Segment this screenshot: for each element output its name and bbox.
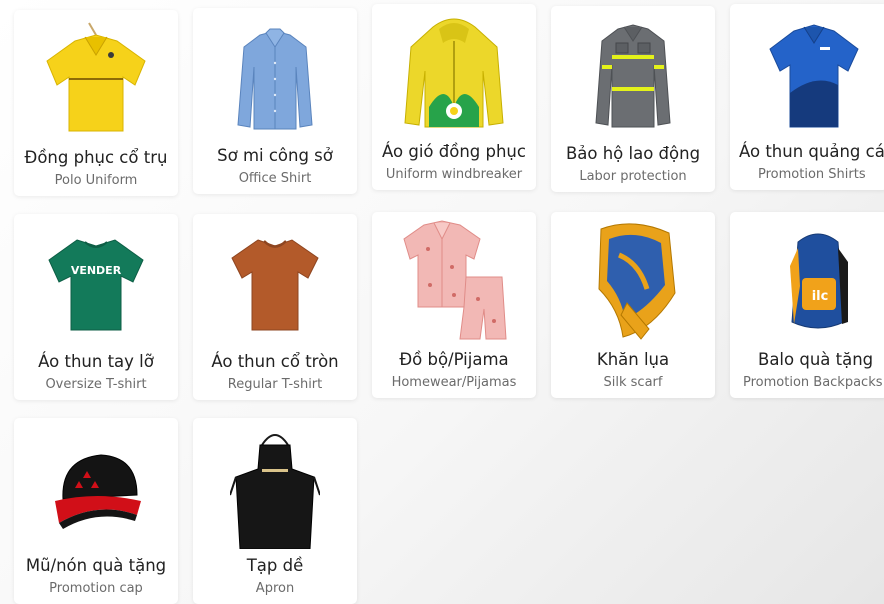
product-card-pajamas[interactable]: Đồ bộ/Pijama Homewear/Pijamas — [372, 212, 536, 398]
product-card-office-shirt[interactable]: Sơ mi công sở Office Shirt — [193, 8, 357, 194]
work-shirt-icon — [551, 12, 715, 138]
cap-icon — [14, 424, 178, 550]
product-card-windbreaker[interactable]: Áo gió đồng phục Uniform windbreaker — [372, 4, 536, 190]
backpack-icon: ilc — [730, 218, 884, 344]
product-card-promotion-shirts[interactable]: Áo thun quảng cáo Promotion Shirts — [730, 4, 884, 190]
product-subtitle: Silk scarf — [603, 375, 663, 390]
product-card-polo-uniform[interactable]: Đồng phục cổ trụ Polo Uniform — [14, 10, 178, 196]
product-subtitle: Promotion Backpacks — [743, 375, 883, 390]
product-card-promotion-cap[interactable]: Mũ/nón quà tặng Promotion cap — [14, 418, 178, 604]
product-title: Bảo hộ lao động — [565, 144, 701, 163]
product-card-silk-scarf[interactable]: Khăn lụa Silk scarf — [551, 212, 715, 398]
product-title: Áo gió đồng phục — [382, 142, 526, 161]
pajamas-icon — [372, 218, 536, 344]
product-subtitle: Oversize T-shirt — [45, 377, 147, 392]
scarf-icon — [551, 218, 715, 344]
product-subtitle: Homewear/Pijamas — [391, 375, 517, 390]
product-subtitle: Promotion Shirts — [758, 167, 866, 182]
promo-polo-icon — [730, 10, 884, 136]
product-title: Balo quà tặng — [758, 350, 874, 369]
oversize-tshirt-icon: VENDER — [14, 220, 178, 346]
windbreaker-icon — [372, 10, 536, 136]
apron-icon — [193, 424, 357, 550]
product-title: Đồ bộ/Pijama — [399, 350, 509, 369]
product-title: Khăn lụa — [596, 350, 670, 369]
product-category-grid: Đồng phục cổ trụ Polo Uniform Sơ mi công… — [0, 0, 884, 604]
product-subtitle: Polo Uniform — [54, 173, 138, 188]
product-title: Áo thun quảng cáo — [739, 142, 884, 161]
backpack-print-text: ilc — [812, 289, 829, 304]
product-title: Sơ mi công sở — [217, 146, 333, 165]
shirt-print-text: VENDER — [71, 264, 122, 277]
product-title: Đồng phục cổ trụ — [24, 148, 168, 167]
product-title: Áo thun tay lỡ — [38, 352, 154, 371]
product-subtitle: Labor protection — [579, 169, 687, 184]
tshirt-icon — [193, 220, 357, 346]
product-title: Tạp dề — [246, 556, 304, 575]
product-subtitle: Office Shirt — [238, 171, 312, 186]
product-card-regular-tshirt[interactable]: Áo thun cổ tròn Regular T-shirt — [193, 214, 357, 400]
product-subtitle: Apron — [255, 581, 295, 596]
product-subtitle: Uniform windbreaker — [385, 167, 523, 182]
product-card-oversize-tshirt[interactable]: VENDER Áo thun tay lỡ Oversize T-shirt — [14, 214, 178, 400]
product-card-promotion-backpacks[interactable]: ilc Balo quà tặng Promotion Backpacks — [730, 212, 884, 398]
product-title: Mũ/nón quà tặng — [25, 556, 167, 575]
product-card-apron[interactable]: Tạp dề Apron — [193, 418, 357, 604]
product-subtitle: Promotion cap — [49, 581, 143, 596]
product-card-labor-protection[interactable]: Bảo hộ lao động Labor protection — [551, 6, 715, 192]
product-title: Áo thun cổ tròn — [211, 352, 339, 371]
product-subtitle: Regular T-shirt — [227, 377, 323, 392]
office-shirt-icon — [193, 14, 357, 140]
polo-shirt-icon — [14, 16, 178, 142]
